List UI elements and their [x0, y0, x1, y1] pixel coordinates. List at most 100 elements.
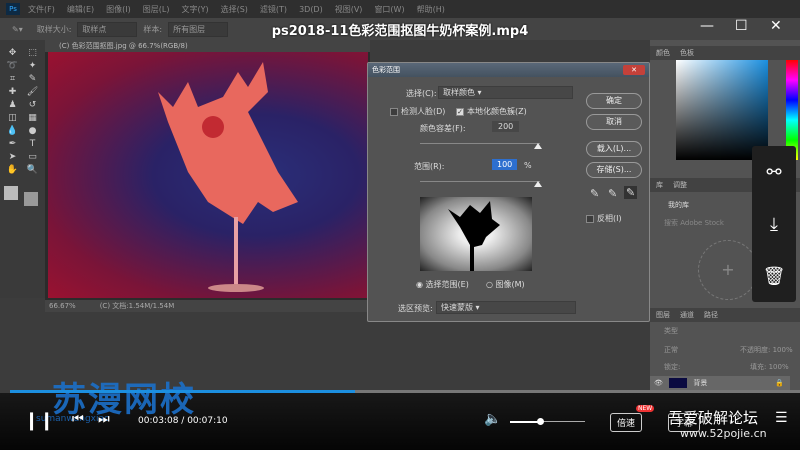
dialog-close-button[interactable]: ✕ [623, 65, 645, 75]
menu-view[interactable]: 视图(V) [335, 4, 363, 15]
marquee-tool-icon[interactable]: ⬚ [24, 48, 41, 58]
lock-label: 锁定: [664, 363, 681, 371]
visibility-eye-icon[interactable]: 👁 [654, 379, 663, 387]
image-canvas[interactable] [48, 52, 368, 298]
select-dropdown[interactable]: 取样颜色 ▾ [438, 86, 573, 99]
cancel-button[interactable]: 取消 [586, 114, 642, 130]
eyedropper-tool-icon[interactable]: ✎ [24, 74, 41, 84]
tab-paths[interactable]: 路径 [704, 308, 718, 322]
crop-tool-icon[interactable]: ⌗ [4, 74, 21, 84]
shape-tool-icon[interactable]: ▭ [24, 152, 41, 162]
maximize-icon[interactable]: ☐ [735, 18, 748, 34]
menu-window[interactable]: 窗口(W) [374, 4, 404, 15]
detect-faces-checkbox[interactable]: 检测人脸(D) [390, 106, 445, 117]
dodge-tool-icon[interactable]: ● [24, 126, 41, 136]
type-tool-icon[interactable]: T [24, 139, 41, 149]
eyedropper-icon[interactable]: ✎ [590, 187, 599, 200]
library-name[interactable]: 我的库 [668, 200, 689, 210]
layer-row-background[interactable]: 👁 背景 🔒 [650, 376, 790, 390]
next-icon[interactable]: ⏭ [98, 412, 110, 427]
save-button[interactable]: 存储(S)... [586, 162, 642, 178]
selection-preview [420, 197, 532, 271]
menu-filter[interactable]: 滤镜(T) [260, 4, 287, 15]
volume-slider[interactable] [510, 421, 585, 423]
opacity-input[interactable]: 100% [773, 346, 793, 354]
menu-select[interactable]: 选择(S) [221, 4, 248, 15]
background-color-swatch[interactable] [24, 192, 38, 206]
zoom-tool-icon[interactable]: 🔍 [24, 165, 41, 175]
eyedropper-minus-icon[interactable]: ✎ [624, 186, 638, 199]
selection-preview-dropdown[interactable]: 快速蒙版 ▾ [436, 301, 576, 314]
move-tool-icon[interactable]: ✥ [4, 48, 21, 58]
ok-button[interactable]: 确定 [586, 93, 642, 109]
range-unit: % [524, 161, 532, 170]
blur-tool-icon[interactable]: 💧 [4, 126, 21, 136]
library-search[interactable]: 搜索 Adobe Stock [664, 218, 724, 228]
radio-selection[interactable]: ◉ 选择范围(E) [416, 279, 469, 290]
pause-icon[interactable]: ❙❙ [24, 410, 54, 431]
foreground-color-swatch[interactable] [4, 186, 18, 200]
lasso-tool-icon[interactable]: ➰ [4, 61, 21, 71]
invert-checkbox[interactable]: 反相(I) [586, 213, 622, 224]
menu-help[interactable]: 帮助(H) [417, 4, 445, 15]
range-label: 范围(R): [414, 162, 445, 171]
document-tab[interactable]: (C) 色彩范围抠图.jpg @ 66.7%(RGB/8) [45, 40, 370, 52]
brush-tool-icon[interactable]: 🖌 [24, 87, 41, 97]
blend-mode-select[interactable]: 正常 [664, 345, 678, 355]
path-select-icon[interactable]: ➤ [4, 152, 21, 162]
volume-thumb[interactable] [537, 418, 544, 425]
ps-toolbar: ✥ ⬚ ➰ ✦ ⌗ ✎ ✚ 🖌 ♟ ↺ ◫ ▦ 💧 ● ✒ T ➤ ▭ ✋ 🔍 [0, 40, 45, 298]
selection-preview-label: 选区预览: [398, 304, 433, 313]
color-spectrum[interactable] [676, 60, 768, 160]
hand-tool-icon[interactable]: ✋ [4, 165, 21, 175]
menu-file[interactable]: 文件(F) [28, 4, 55, 15]
trash-icon[interactable]: 🗑 [763, 266, 786, 287]
tab-adjustments[interactable]: 调整 [673, 178, 687, 192]
menu-layer[interactable]: 图层(L) [143, 4, 170, 15]
eyedropper-plus-icon[interactable]: ✎ [608, 187, 617, 200]
tab-color[interactable]: 颜色 [656, 46, 670, 60]
download-icon[interactable]: ⤓ [770, 214, 778, 235]
watermark-url: www.52pojie.cn [680, 427, 767, 440]
history-brush-icon[interactable]: ↺ [24, 100, 41, 110]
volume-icon[interactable]: 🔈 [484, 411, 501, 427]
duration: 00:07:10 [187, 416, 228, 426]
eraser-tool-icon[interactable]: ◫ [4, 113, 21, 123]
magic-wand-icon[interactable]: ✦ [24, 61, 41, 71]
gradient-tool-icon[interactable]: ▦ [24, 113, 41, 123]
radio-image[interactable]: ○ 图像(M) [486, 279, 525, 290]
range-input[interactable]: 100 [492, 159, 518, 170]
playlist-icon[interactable]: ☰ [775, 410, 788, 426]
progress-bar[interactable] [10, 390, 800, 393]
color-range-dialog: 色彩范围 ✕ 选择(C): 取样颜色 ▾ 检测人脸(D) ✓ 本地化颜色簇(Z) … [367, 62, 650, 322]
dialog-title: 色彩范围 [368, 63, 649, 77]
fuzziness-slider[interactable] [420, 143, 540, 144]
fuzziness-input[interactable]: 200 [492, 121, 520, 132]
tab-libraries[interactable]: 库 [656, 178, 663, 192]
range-slider[interactable] [420, 181, 540, 182]
menu-3d[interactable]: 3D(D) [299, 5, 323, 14]
pen-tool-icon[interactable]: ✒ [4, 139, 21, 149]
tab-swatches[interactable]: 色板 [680, 46, 694, 60]
share-icon[interactable]: ⚯ [766, 162, 781, 183]
healing-tool-icon[interactable]: ✚ [4, 87, 21, 97]
close-icon[interactable]: ✕ [770, 18, 782, 34]
menu-edit[interactable]: 编辑(E) [67, 4, 94, 15]
hue-slider[interactable] [786, 60, 798, 160]
zoom-level: 66.67% [49, 302, 76, 310]
stamp-tool-icon[interactable]: ♟ [4, 100, 21, 110]
tab-channels[interactable]: 通道 [680, 308, 694, 322]
tab-layers[interactable]: 图层 [656, 308, 670, 322]
fill-input[interactable]: 100% [769, 363, 789, 371]
fuzziness-slider-thumb[interactable] [534, 143, 542, 149]
menu-image[interactable]: 图像(I) [106, 4, 131, 15]
speed-button[interactable]: 倍速 [610, 413, 643, 432]
minimize-icon[interactable]: — [700, 18, 714, 34]
range-slider-thumb[interactable] [534, 181, 542, 187]
menu-type[interactable]: 文字(Y) [181, 4, 208, 15]
localized-clusters-checkbox[interactable]: ✓ 本地化颜色簇(Z) [456, 106, 527, 117]
layer-kind-filter[interactable]: 类型 [664, 326, 678, 336]
load-button[interactable]: 载入(L)... [586, 141, 642, 157]
previous-icon[interactable]: ⏮ [72, 412, 84, 427]
add-library-icon[interactable]: + [698, 240, 758, 300]
